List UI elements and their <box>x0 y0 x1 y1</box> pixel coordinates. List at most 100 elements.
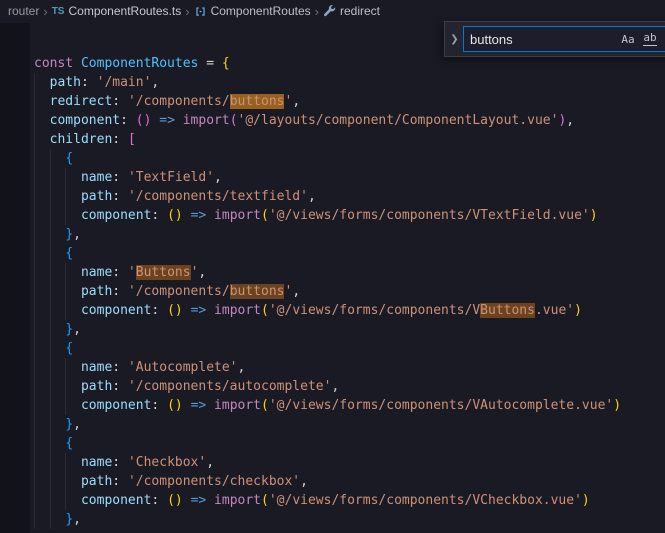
indent-guide <box>65 282 67 301</box>
breadcrumb-item-router[interactable]: router <box>8 4 39 18</box>
code-line[interactable]: component: () => import('@/views/forms/c… <box>30 206 665 225</box>
code-line[interactable]: { <box>30 434 665 453</box>
code-token: name <box>80 170 113 185</box>
code-token: ( <box>229 113 238 128</box>
code-token: { <box>65 151 74 166</box>
indent-guide <box>34 358 35 377</box>
indent-guide <box>49 263 51 282</box>
code-line[interactable]: path: '/main', <box>30 73 665 92</box>
code-token: '@/layouts/component/ComponentLayout.vue… <box>237 113 559 128</box>
code-line[interactable]: path: '/components/buttons', <box>30 282 665 301</box>
breadcrumb-item-file[interactable]: TS ComponentRoutes.ts <box>52 4 182 18</box>
breadcrumb-label: ComponentRoutes <box>210 4 311 18</box>
code-line[interactable]: { <box>30 244 665 263</box>
indent-guide <box>49 434 51 453</box>
code-line[interactable]: name: 'Buttons', <box>30 263 665 282</box>
code-token: } <box>65 512 74 527</box>
code-line[interactable]: { <box>30 339 665 358</box>
code-token: '/components/textfield' <box>127 189 308 204</box>
indent-guide <box>49 225 51 244</box>
indent-guide <box>34 130 35 149</box>
code-token: , <box>331 379 340 394</box>
breadcrumb-item-symbol-redirect[interactable]: redirect <box>323 4 380 18</box>
indent-guide <box>65 168 67 187</box>
code-token: '@/views/forms/components/VAutocomplete.… <box>268 398 614 413</box>
code-token: , <box>151 75 160 90</box>
chevron-right-icon <box>185 5 189 18</box>
indent-guide <box>34 301 35 320</box>
editor-gutter <box>0 23 30 533</box>
code-line[interactable]: path: '/components/autocomplete', <box>30 377 665 396</box>
whole-word-button[interactable]: ab <box>640 29 660 49</box>
indent-guide <box>49 168 51 187</box>
code-line[interactable]: }, <box>30 320 665 339</box>
indent-guide <box>65 453 67 472</box>
code-token: { <box>221 56 230 71</box>
code-token: '@/views/forms/components/VCheckbox.vue' <box>268 493 582 508</box>
code-line[interactable]: component: () => import('@/layouts/compo… <box>30 111 665 130</box>
indent-guide <box>49 320 51 339</box>
code-line[interactable]: }, <box>30 415 665 434</box>
breadcrumb: router TS ComponentRoutes.ts ComponentRo… <box>0 0 665 22</box>
code-token: path <box>80 284 113 299</box>
code-token: component <box>80 303 152 318</box>
find-match-highlight: Buttons <box>135 265 191 280</box>
code-line[interactable]: name: 'Autocomplete', <box>30 358 665 377</box>
code-line[interactable]: name: 'TextField', <box>30 168 665 187</box>
code-line[interactable]: component: () => import('@/views/forms/c… <box>30 491 665 510</box>
code-line[interactable]: component: () => import('@/views/forms/c… <box>30 301 665 320</box>
code-token: () <box>167 208 183 223</box>
code-line[interactable]: children: [ <box>30 130 665 149</box>
code-token: => <box>190 493 207 508</box>
breadcrumb-item-symbol-object[interactable]: ComponentRoutes <box>194 4 311 18</box>
code-line[interactable]: const ComponentRoutes = { <box>30 54 665 73</box>
indent-guide <box>34 111 35 130</box>
code-token: : <box>112 94 121 109</box>
code-editor[interactable]: const ComponentRoutes = { path: '/main',… <box>30 54 665 533</box>
code-token: : <box>80 75 89 90</box>
code-line[interactable]: component: () => import('@/views/forms/c… <box>30 396 665 415</box>
code-line[interactable]: { <box>30 149 665 168</box>
code-token: children <box>49 132 113 147</box>
toggle-replace-button[interactable] <box>447 22 462 56</box>
code-token: : <box>112 474 121 489</box>
code-token: component <box>80 208 152 223</box>
code-line[interactable]: redirect: '/components/buttons', <box>30 92 665 111</box>
code-token: { <box>65 436 74 451</box>
code-line[interactable]: }, <box>30 225 665 244</box>
code-line[interactable]: }, <box>30 510 665 529</box>
code-line[interactable]: path: '/components/textfield', <box>30 187 665 206</box>
code-line[interactable]: name: 'Checkbox', <box>30 453 665 472</box>
code-token: '/components/autocomplete' <box>127 379 332 394</box>
code-token: : <box>112 189 121 204</box>
indent-guide <box>34 206 35 225</box>
code-token: , <box>292 94 301 109</box>
code-line[interactable]: path: '/components/checkbox', <box>30 472 665 491</box>
code-token: : <box>112 265 121 280</box>
code-token: } <box>65 322 74 337</box>
indent-guide <box>49 244 51 263</box>
code-token: ' <box>127 265 136 280</box>
chevron-right-icon <box>43 5 47 18</box>
indent-guide <box>65 263 67 282</box>
indent-guide <box>65 206 67 225</box>
code-token: '/components/checkbox' <box>127 474 301 489</box>
find-input[interactable]: buttons Aa ab .* <box>463 26 665 52</box>
match-case-button[interactable]: Aa <box>618 29 638 49</box>
indent-guide <box>34 377 35 396</box>
indent-guide <box>65 358 67 377</box>
